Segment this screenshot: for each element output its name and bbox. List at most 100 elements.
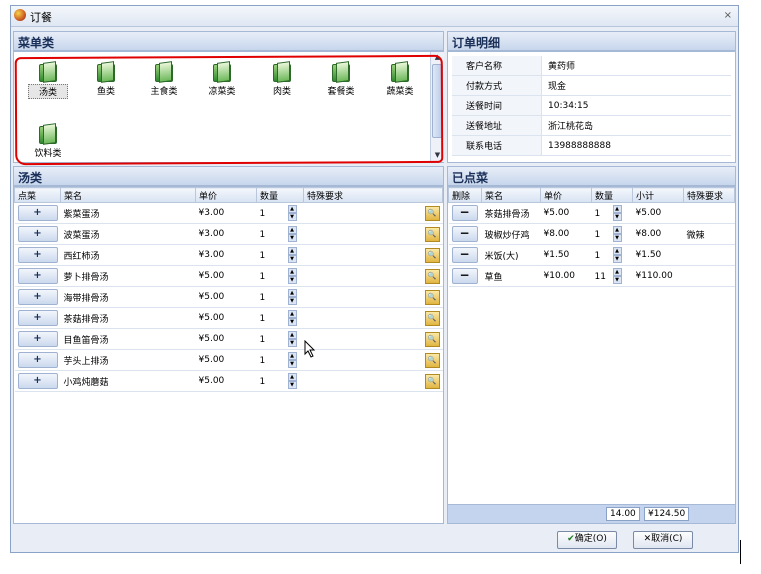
ordered-name: 米饭(大) xyxy=(481,244,541,266)
col-header: 小计 xyxy=(632,187,684,203)
qty-cell: 1 ▲ ▼ xyxy=(256,202,304,224)
dish-qty[interactable]: 1 xyxy=(260,272,288,282)
table-row: − 米饭(大) ¥1.50 1 ▲ ▼ ¥1.50 xyxy=(448,244,735,266)
add-cell: + xyxy=(14,328,61,350)
qty-spinner[interactable]: ▲ ▼ xyxy=(287,268,297,284)
note-cell: 🔍 xyxy=(303,265,443,287)
ordered-note[interactable] xyxy=(683,244,735,266)
ordered-subtotal: ¥1.50 xyxy=(632,244,684,266)
delete-cell: − xyxy=(448,223,482,245)
binoculars-icon[interactable]: 🔍 xyxy=(424,352,440,368)
qty-cell: 1 ▲ ▼ xyxy=(256,349,304,371)
add-dish-button[interactable]: + xyxy=(17,205,58,221)
ordered-subtotal: ¥8.00 xyxy=(632,223,684,245)
table-row: + 茶菇排骨汤 ¥5.00 1 ▲ ▼ 🔍 xyxy=(14,307,443,329)
dish-qty[interactable]: 1 xyxy=(260,356,288,366)
qty-cell: 11 ▲ ▼ xyxy=(591,265,633,287)
qty-spinner[interactable]: ▲ ▼ xyxy=(287,247,297,263)
binoculars-icon[interactable]: 🔍 xyxy=(424,226,440,242)
add-dish-button[interactable]: + xyxy=(17,289,58,305)
ordered-qty[interactable]: 1 xyxy=(595,230,613,240)
info-row: 付款方式 现金 xyxy=(452,75,731,96)
close-icon[interactable]: × xyxy=(724,10,732,21)
qty-spinner[interactable]: ▲ ▼ xyxy=(287,373,297,389)
note-cell: 🔍 xyxy=(303,328,443,350)
table-row: + 芋头上排汤 ¥5.00 1 ▲ ▼ 🔍 xyxy=(14,349,443,371)
dish-qty[interactable]: 1 xyxy=(260,314,288,324)
qty-cell: 1 ▲ ▼ xyxy=(256,223,304,245)
qty-spinner[interactable]: ▲ ▼ xyxy=(612,226,622,242)
delete-dish-button[interactable]: − xyxy=(451,226,478,242)
dish-name: 西红柿汤 xyxy=(60,244,196,266)
info-row: 送餐地址 浙江桃花岛 xyxy=(452,115,731,136)
qty-spinner[interactable]: ▲ ▼ xyxy=(612,268,622,284)
dish-name: 小鸡炖蘑菇 xyxy=(60,370,196,392)
info-label: 送餐地址 xyxy=(452,115,542,136)
binoculars-icon[interactable]: 🔍 xyxy=(424,247,440,263)
dish-qty[interactable]: 1 xyxy=(260,293,288,303)
qty-spinner[interactable]: ▲ ▼ xyxy=(287,310,297,326)
ok-button[interactable]: ✔确定(O) xyxy=(557,531,617,549)
ordered-qty[interactable]: 1 xyxy=(595,209,613,219)
qty-spinner[interactable]: ▲ ▼ xyxy=(612,205,622,221)
dish-qty[interactable]: 1 xyxy=(260,209,288,219)
ordered-qty[interactable]: 1 xyxy=(595,251,613,261)
add-dish-button[interactable]: + xyxy=(17,268,58,284)
info-value[interactable]: 13988888888 xyxy=(541,135,731,156)
cross-icon: ✕ xyxy=(643,534,652,544)
info-value[interactable]: 10:34:15 xyxy=(541,95,731,116)
qty-cell: 1 ▲ ▼ xyxy=(256,370,304,392)
table-row: + 海带排骨汤 ¥5.00 1 ▲ ▼ 🔍 xyxy=(14,286,443,308)
qty-spinner[interactable]: ▲ ▼ xyxy=(287,205,297,221)
dish-qty[interactable]: 1 xyxy=(260,230,288,240)
total-quantity: 14.00 xyxy=(606,507,640,521)
add-dish-button[interactable]: + xyxy=(17,226,58,242)
add-dish-button[interactable]: + xyxy=(17,331,58,347)
menu-categories-heading: 菜单类 xyxy=(13,31,444,51)
dish-price: ¥5.00 xyxy=(195,265,257,287)
info-value[interactable]: 现金 xyxy=(541,75,731,96)
col-header: 数量 xyxy=(256,187,304,203)
binoculars-icon[interactable]: 🔍 xyxy=(424,331,440,347)
dish-qty[interactable]: 1 xyxy=(260,251,288,261)
add-dish-button[interactable]: + xyxy=(17,247,58,263)
qty-spinner[interactable]: ▲ ▼ xyxy=(287,226,297,242)
binoculars-icon[interactable]: 🔍 xyxy=(424,310,440,326)
ordered-note[interactable] xyxy=(683,265,735,287)
dish-qty[interactable]: 1 xyxy=(260,335,288,345)
add-dish-button[interactable]: + xyxy=(17,310,58,326)
add-dish-button[interactable]: + xyxy=(17,373,58,389)
table-row: + 西红柿汤 ¥3.00 1 ▲ ▼ 🔍 xyxy=(14,244,443,266)
info-value[interactable]: 浙江桃花岛 xyxy=(541,115,731,136)
binoculars-icon[interactable]: 🔍 xyxy=(424,268,440,284)
add-cell: + xyxy=(14,286,61,308)
delete-dish-button[interactable]: − xyxy=(451,268,478,284)
binoculars-icon[interactable]: 🔍 xyxy=(424,373,440,389)
col-header: 删除 xyxy=(448,187,482,203)
checkmark-icon: ✔ xyxy=(567,534,575,544)
col-header: 数量 xyxy=(591,187,633,203)
qty-spinner[interactable]: ▲ ▼ xyxy=(287,331,297,347)
add-cell: + xyxy=(14,244,61,266)
add-dish-button[interactable]: + xyxy=(17,352,58,368)
delete-dish-button[interactable]: − xyxy=(451,247,478,263)
dish-name: 海带排骨汤 xyxy=(60,286,196,308)
dish-name: 目鱼笛骨汤 xyxy=(60,328,196,350)
order-info-table: 客户名称 黄药师 付款方式 现金 送餐时间 10:34:15 送餐地址 浙江桃花岛 联系电话 13… xyxy=(452,56,731,156)
qty-cell: 1 ▲ ▼ xyxy=(256,328,304,350)
ordered-name: 玻椒炒仔鸡 xyxy=(481,223,541,245)
qty-spinner[interactable]: ▲ ▼ xyxy=(612,247,622,263)
ordered-qty[interactable]: 11 xyxy=(595,272,613,282)
cancel-button[interactable]: ✕取消(C) xyxy=(633,531,693,549)
qty-spinner[interactable]: ▲ ▼ xyxy=(287,352,297,368)
ordered-note[interactable]: 微辣 xyxy=(683,223,735,245)
dish-qty[interactable]: 1 xyxy=(260,377,288,387)
info-value[interactable]: 黄药师 xyxy=(541,56,731,76)
binoculars-icon[interactable]: 🔍 xyxy=(424,205,440,221)
app-icon xyxy=(14,9,26,21)
note-cell: 🔍 xyxy=(303,223,443,245)
ordered-note[interactable] xyxy=(683,202,735,224)
qty-spinner[interactable]: ▲ ▼ xyxy=(287,289,297,305)
binoculars-icon[interactable]: 🔍 xyxy=(424,289,440,305)
delete-dish-button[interactable]: − xyxy=(451,205,478,221)
